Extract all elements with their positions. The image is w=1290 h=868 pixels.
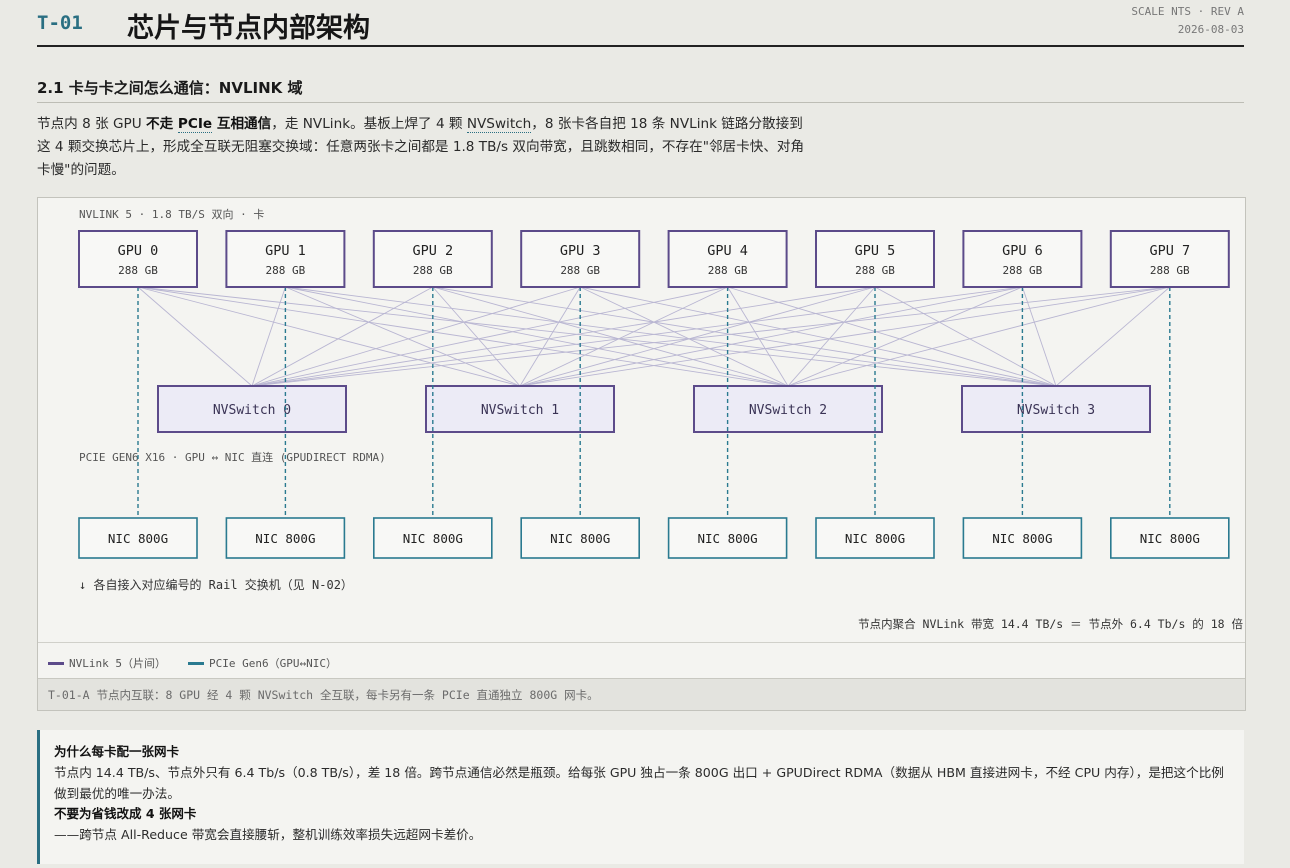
topology-figure: NVLINK 5 · 1.8 TB/S 双向 · 卡 PCIE GEN6 X16 … bbox=[37, 197, 1246, 711]
nvlink-link bbox=[580, 286, 1057, 387]
legend-item-pcie: PCIe Gen6（GPU↔NIC） bbox=[188, 655, 337, 671]
gpu-label: GPU 5 bbox=[855, 243, 896, 259]
gpu-box bbox=[667, 230, 788, 288]
nic-label: NIC 800G bbox=[697, 531, 757, 546]
gpu-label: GPU 2 bbox=[412, 243, 453, 259]
nvlink-link bbox=[432, 286, 1057, 387]
nvlink-link bbox=[251, 286, 1023, 387]
nic-label: NIC 800G bbox=[550, 531, 610, 546]
doc-meta: SCALE NTS · REV A 2026-08-03 bbox=[1131, 3, 1244, 39]
intro-bold-text: 互相通信 bbox=[212, 116, 272, 132]
nvswitch-label: NVSwitch 2 bbox=[749, 403, 827, 418]
nic-label: NIC 800G bbox=[845, 531, 905, 546]
nic-label: NIC 800G bbox=[1140, 531, 1200, 546]
gpu-box bbox=[78, 230, 198, 288]
section-heading: 2.1 卡与卡之间怎么通信：NVLINK 域 bbox=[37, 77, 1244, 103]
note-text: 节点内 14.4 TB/s、节点外只有 6.4 Tb/s（0.8 TB/s），差… bbox=[54, 765, 1224, 801]
gpu-box bbox=[372, 230, 493, 288]
topology-diagram: NVLINK 5 · 1.8 TB/S 双向 · 卡 PCIE GEN6 X16 … bbox=[78, 207, 1243, 631]
rail-note: ↓ 各自接入对应编号的 Rail 交换机（见 N-02） bbox=[79, 577, 353, 592]
gpu-box bbox=[962, 230, 1083, 288]
gpu-label: GPU 7 bbox=[1149, 243, 1190, 259]
nvlink-swatch bbox=[48, 661, 64, 665]
nvlink-label: NVLINK 5 · 1.8 TB/S 双向 · 卡 bbox=[79, 207, 264, 221]
nvlink-link bbox=[285, 286, 1057, 387]
gpu-memory: 288 GB bbox=[560, 264, 600, 277]
gpu-memory: 288 GB bbox=[708, 264, 748, 277]
gpu-box bbox=[1109, 230, 1230, 288]
nvlink-link bbox=[787, 286, 876, 387]
meta-scale-rev: SCALE NTS · REV A bbox=[1131, 5, 1244, 18]
nic-label: NIC 800G bbox=[403, 531, 463, 546]
term-nvswitch[interactable]: NVSwitch bbox=[466, 116, 532, 133]
nic-label: NIC 800G bbox=[992, 531, 1052, 546]
callout-note: 为什么每卡配一张网卡 节点内 14.4 TB/s、节点外只有 6.4 Tb/s（… bbox=[37, 730, 1244, 864]
gpu-label: GPU 3 bbox=[560, 243, 601, 259]
nic-label: NIC 800G bbox=[108, 531, 168, 546]
nvlink-link bbox=[251, 286, 876, 387]
gpu-memory: 288 GB bbox=[413, 264, 453, 277]
gpu-memory: 288 GB bbox=[855, 264, 895, 277]
term-pcie[interactable]: PCIe bbox=[177, 116, 213, 133]
legend-label: PCIe Gen6（GPU↔NIC） bbox=[209, 657, 337, 670]
figure-legend: NVLink 5（片间） PCIe Gen6（GPU↔NIC） bbox=[38, 642, 1245, 679]
legend-label: NVLink 5（片间） bbox=[69, 657, 166, 670]
gpu-memory: 288 GB bbox=[266, 264, 306, 277]
note-text: ——跨节点 All-Reduce 带宽会直接腰斩，整机训练效率损失远超网卡差价。 bbox=[54, 827, 482, 842]
note-heading: 不要为省钱改成 4 张网卡 bbox=[54, 806, 197, 821]
nvlink-link bbox=[432, 286, 521, 387]
gpu-label: GPU 6 bbox=[1002, 243, 1043, 259]
gpu-box bbox=[225, 230, 346, 288]
intro-bold-text: 不走 bbox=[146, 116, 178, 132]
nvlink-link bbox=[727, 286, 1057, 387]
nvlink-link bbox=[251, 286, 728, 387]
gpu-label: GPU 4 bbox=[707, 243, 748, 259]
page-title: 芯片与节点内部架构 bbox=[127, 13, 370, 44]
nvswitch-label: NVSwitch 3 bbox=[1017, 403, 1095, 418]
nvswitch-label: NVSwitch 1 bbox=[481, 403, 559, 418]
intro-paragraph: 节点内 8 张 GPU 不走 PCIe 互相通信，走 NVLink。基板上焊了 … bbox=[37, 113, 807, 182]
gpu-memory: 288 GB bbox=[1003, 264, 1043, 277]
note-heading: 为什么每卡配一张网卡 bbox=[54, 744, 180, 759]
figure-caption: T-01-A 节点内互联：8 GPU 经 4 颗 NVSwitch 全互联，每卡… bbox=[38, 678, 1245, 710]
gpu-box bbox=[520, 230, 641, 288]
nvswitch-label: NVSwitch 0 bbox=[213, 403, 291, 418]
gpu-box bbox=[815, 230, 935, 288]
nic-label: NIC 800G bbox=[255, 531, 315, 546]
nvlink-link bbox=[251, 286, 581, 387]
gpu-label: GPU 1 bbox=[265, 243, 306, 259]
nvlink-link bbox=[251, 286, 286, 387]
gpu-memory: 288 GB bbox=[1150, 264, 1190, 277]
intro-bold: 不走 PCIe 互相通信 bbox=[146, 116, 271, 133]
pcie-swatch bbox=[188, 661, 204, 665]
gpu-label: GPU 0 bbox=[118, 243, 159, 259]
page-header: T-01 芯片与节点内部架构 SCALE NTS · REV A 2026-08… bbox=[37, 0, 1244, 47]
pcie-label: PCIE GEN6 X16 · GPU ↔ NIC 直连 (GPUDIRECT … bbox=[79, 450, 386, 464]
intro-text: 节点内 8 张 GPU bbox=[37, 116, 146, 132]
nvlink-link bbox=[1021, 286, 1057, 387]
legend-item-nvlink: NVLink 5（片间） bbox=[48, 655, 166, 671]
intro-text: ，走 NVLink。基板上焊了 4 颗 bbox=[271, 116, 467, 132]
aggregate-note: 节点内聚合 NVLink 带宽 14.4 TB/s ＝ 节点外 6.4 Tb/s… bbox=[858, 617, 1243, 631]
meta-date: 2026-08-03 bbox=[1177, 23, 1244, 36]
gpu-memory: 288 GB bbox=[118, 264, 158, 277]
doc-id: T-01 bbox=[37, 12, 83, 34]
